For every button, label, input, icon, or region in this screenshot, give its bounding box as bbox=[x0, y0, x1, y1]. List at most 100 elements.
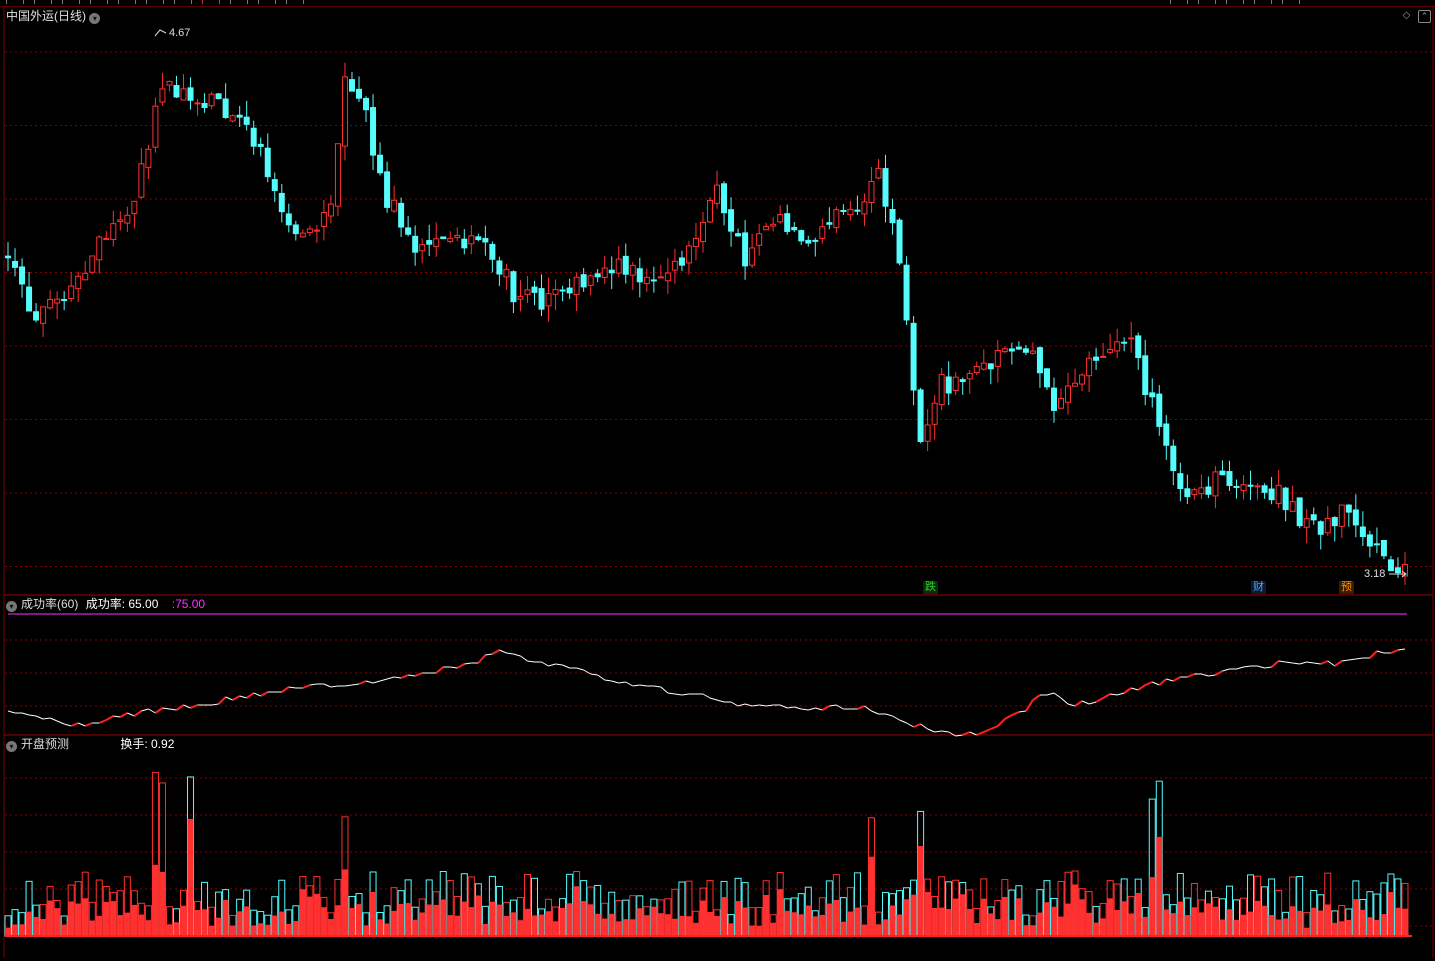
success-rate-segment bbox=[632, 684, 640, 687]
candle-body bbox=[117, 219, 124, 222]
volume-bar-fill bbox=[398, 903, 405, 936]
candle-body bbox=[636, 268, 643, 283]
volume-bar-fill bbox=[1296, 910, 1303, 936]
candle-body bbox=[678, 257, 685, 266]
success-rate-segment bbox=[1060, 697, 1069, 705]
volume-bar-fill bbox=[138, 914, 145, 936]
candle-body bbox=[896, 219, 903, 264]
volume-bar-fill bbox=[812, 916, 819, 936]
collapse-icon[interactable]: ▾ bbox=[6, 601, 17, 612]
volume-bar-fill bbox=[82, 898, 89, 936]
success-rate-segment bbox=[330, 685, 339, 688]
volume-bar-fill bbox=[1022, 925, 1029, 936]
success-rate-segment bbox=[21, 712, 30, 716]
volume-bar-fill bbox=[840, 921, 847, 936]
stock-name: 中国外运 bbox=[6, 9, 55, 23]
candle-body bbox=[552, 288, 559, 295]
volume-bar-fill bbox=[601, 918, 608, 936]
volume-bar-fill bbox=[629, 919, 636, 936]
volume-bar-fill bbox=[524, 908, 531, 936]
candle-body bbox=[440, 236, 447, 240]
success-rate-segment bbox=[597, 674, 605, 681]
candle-body bbox=[756, 233, 763, 246]
candle-body bbox=[1008, 348, 1015, 352]
success-rate-segment bbox=[70, 722, 79, 727]
volume-bar-fill bbox=[721, 897, 728, 936]
volume-bar-fill bbox=[1261, 905, 1268, 936]
volume-bar-fill bbox=[391, 910, 398, 936]
volume-bar-fill bbox=[1373, 920, 1380, 936]
event-tag-drop[interactable]: 跌 bbox=[923, 581, 938, 594]
volume-bar-fill bbox=[96, 915, 103, 936]
volume-bar-fill bbox=[517, 920, 524, 936]
success-rate-segment bbox=[64, 723, 72, 727]
success-rate-segment bbox=[1222, 668, 1230, 672]
volume-bar-fill bbox=[117, 915, 124, 936]
event-tag-forecast[interactable]: 预 bbox=[1339, 581, 1354, 594]
candle-body bbox=[615, 258, 622, 274]
candle-body bbox=[784, 213, 791, 232]
success-rate-segment bbox=[1313, 662, 1321, 665]
candle-body bbox=[566, 287, 573, 294]
candle-body bbox=[1093, 356, 1100, 361]
volume-bar-fill bbox=[278, 911, 285, 936]
volume-bar-fill bbox=[805, 905, 812, 936]
diamond-icon[interactable]: ◇ bbox=[1401, 10, 1412, 21]
volume-bar-fill bbox=[482, 923, 489, 936]
candle-body bbox=[1310, 514, 1317, 521]
candle-body bbox=[917, 389, 924, 442]
volume-bar-fill bbox=[784, 910, 791, 936]
high-price-label: 4.67 bbox=[169, 27, 191, 39]
candle-body bbox=[1240, 484, 1247, 492]
candle-body bbox=[1268, 488, 1275, 501]
volume-bar-fill bbox=[678, 915, 685, 936]
candle-body bbox=[348, 79, 355, 92]
success-rate-segment bbox=[49, 717, 58, 722]
candle-body bbox=[1114, 341, 1121, 352]
success-rate-segment bbox=[1110, 693, 1118, 696]
candle-body bbox=[629, 264, 636, 276]
volume-bar-fill bbox=[166, 924, 173, 936]
candle-body bbox=[138, 163, 145, 198]
success-rate-segment bbox=[1074, 700, 1083, 707]
candle-body bbox=[1163, 423, 1170, 446]
candle-body bbox=[1015, 346, 1022, 350]
volume-bar-fill bbox=[980, 898, 987, 936]
success-rate-segment bbox=[709, 697, 718, 701]
candle-body bbox=[510, 271, 517, 303]
success-rate-segment bbox=[548, 663, 556, 667]
volume-bar-fill bbox=[433, 904, 440, 936]
success-rate-segment bbox=[527, 660, 535, 663]
candle-body bbox=[791, 227, 798, 231]
candle-body bbox=[461, 238, 468, 249]
collapse-panel-icon[interactable]: ⌃ bbox=[1418, 10, 1431, 23]
success-rate-segment bbox=[253, 692, 261, 697]
candle-body bbox=[47, 298, 54, 309]
candle-body bbox=[285, 213, 292, 226]
success-rate-segment bbox=[217, 696, 227, 705]
event-tag-finance[interactable]: 财 bbox=[1251, 581, 1266, 594]
candle-body bbox=[812, 239, 819, 242]
candle-body bbox=[419, 244, 426, 252]
volume-bar-fill bbox=[770, 922, 777, 936]
volume-bar-fill bbox=[215, 917, 222, 936]
candle-body bbox=[12, 261, 19, 268]
candle-body bbox=[292, 224, 299, 235]
success-rate-segment bbox=[990, 725, 999, 730]
success-rate-segment bbox=[1032, 694, 1041, 701]
volume-bar-fill bbox=[1058, 916, 1064, 936]
dropdown-chevron-icon[interactable]: ▾ bbox=[89, 13, 101, 24]
volume-bar-fill bbox=[1170, 913, 1177, 936]
success-rate-segment bbox=[400, 674, 409, 679]
success-rate-segment bbox=[225, 696, 233, 701]
collapse-icon[interactable]: ▾ bbox=[6, 741, 17, 752]
candle-body bbox=[980, 362, 987, 370]
success-rate-segment bbox=[583, 669, 591, 675]
success-rate-segment bbox=[997, 718, 1006, 727]
success-rate-segment bbox=[506, 652, 514, 655]
success-rate-segment bbox=[1123, 687, 1132, 694]
volume-bar-fill bbox=[1240, 914, 1247, 936]
candle-body bbox=[377, 154, 384, 174]
volume-bar-fill bbox=[763, 894, 770, 936]
volume-bar-fill bbox=[1401, 908, 1408, 936]
